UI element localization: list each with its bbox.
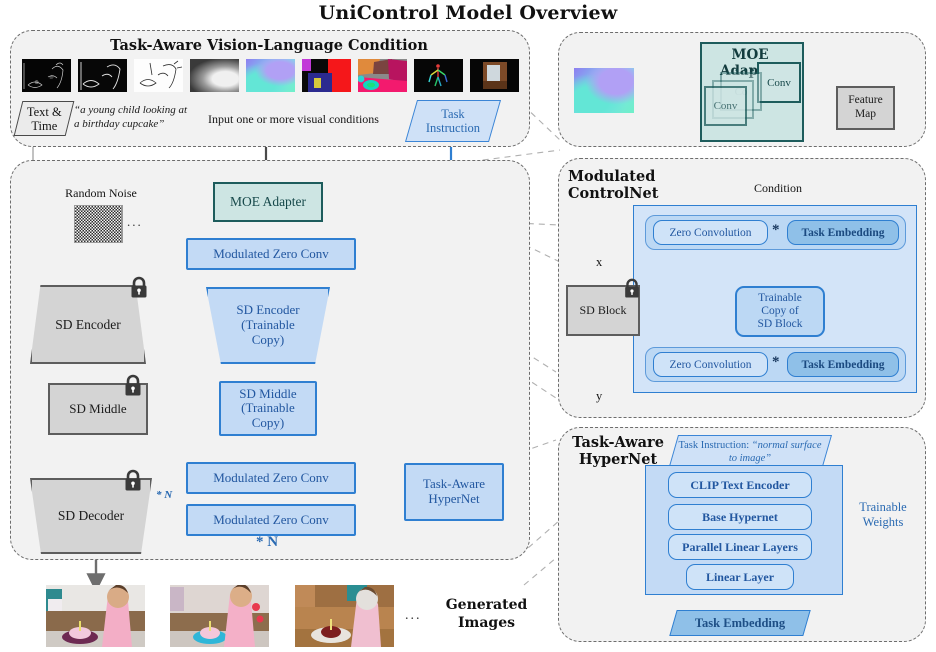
outpainting-condition-art [470, 59, 519, 92]
task-embedding-top[interactable]: Task Embedding [787, 220, 899, 245]
random-noise-dots: ... [127, 214, 143, 229]
modulated-zero-conv-bot-label: Modulated Zero Conv [213, 511, 329, 527]
hypernet-task-embedding-output: Task Embedding [669, 610, 811, 636]
moe-conv-back: Conv [757, 62, 801, 103]
modulated-zero-conv-top-label: Modulated Zero Conv [213, 245, 329, 261]
controlnet-sd-block-label: SD Block [579, 303, 627, 317]
generated-images-label: Generated Images [445, 597, 528, 631]
times-n-small: * N [156, 489, 173, 501]
human-pose-condition-art [414, 59, 463, 92]
generated-image-1 [46, 585, 145, 647]
generated-image-3 [295, 585, 394, 647]
moe-conv-dots: • • • [735, 66, 756, 77]
page-title: UniControl Model Overview [318, 2, 618, 24]
modulated-zero-conv-mid[interactable]: Modulated Zero Conv [186, 462, 356, 494]
lock-icon-decoder [122, 469, 144, 491]
modulated-zero-conv-bot[interactable]: Modulated Zero Conv [186, 504, 356, 536]
random-noise-label: Random Noise [65, 186, 137, 200]
sd-decoder-frozen-label: SD Decoder [57, 508, 125, 523]
controlnet-x-label: x [596, 255, 603, 269]
moe-conv-front: Conv [704, 86, 747, 126]
times-n-big: * N [256, 534, 279, 550]
hypernet-trainable-weights-label: Trainable Weights [859, 500, 907, 529]
lock-icon-encoder [128, 276, 150, 298]
moe-input-normal-map [574, 68, 634, 113]
main-task-aware-hypernet-label: Task-Aware HyperNet [422, 476, 486, 506]
zero-convolution-bottom[interactable]: Zero Convolution [653, 352, 768, 377]
segmentation-condition-art [358, 59, 407, 92]
random-noise-patch [74, 205, 123, 243]
zero-convolution-top-label: Zero Convolution [669, 226, 752, 239]
condition-panel-title: Task-Aware Vision-Language Condition [110, 37, 428, 54]
hypernet-layer-base-hypernet[interactable]: Base Hypernet [668, 504, 812, 530]
multiply-symbol-top: * [772, 222, 780, 238]
main-moe-adapter-node[interactable]: MOE Adapter [213, 182, 323, 222]
hed-boundary-condition-art [78, 59, 127, 92]
task-embedding-bottom[interactable]: Task Embedding [787, 352, 899, 377]
text-and-time-label: Text & Time [26, 104, 62, 133]
task-embedding-top-label: Task Embedding [801, 226, 885, 239]
moe-conv-front-label: Conv [713, 100, 738, 112]
main-task-aware-hypernet-node[interactable]: Task-Aware HyperNet [404, 463, 504, 521]
controlnet-y-label: y [596, 389, 603, 403]
multiply-symbol-bottom: * [772, 354, 780, 370]
task-embedding-bottom-label: Task Embedding [801, 358, 885, 371]
sd-encoder-trainable-copy-label: SD Encoder (Trainable Copy) [236, 302, 300, 347]
controlnet-trainable-copy-label: Trainable Copy of SD Block [757, 291, 803, 331]
hypernet-layer-0-label: CLIP Text Encoder [690, 477, 790, 492]
zero-convolution-top[interactable]: Zero Convolution [653, 220, 768, 245]
depth-map-condition [190, 59, 239, 92]
normal-surface-condition [246, 59, 295, 92]
modulated-zero-conv-mid-label: Modulated Zero Conv [213, 469, 329, 485]
sd-middle-frozen-label: SD Middle [69, 401, 127, 416]
hypernet-layer-linear-layer[interactable]: Linear Layer [686, 564, 794, 590]
moe-conv-back-label: Conv [767, 76, 791, 89]
bounding-box-condition-art [302, 59, 351, 92]
sd-encoder-frozen-label: SD Encoder [55, 316, 121, 332]
hypernet-panel-title: Task-Aware HyperNet [572, 434, 664, 469]
task-instruction-node[interactable]: Task Instruction [404, 100, 502, 142]
hypernet-layer-parallel-linear-layers[interactable]: Parallel Linear Layers [668, 534, 812, 560]
controlnet-trainable-copy[interactable]: Trainable Copy of SD Block [735, 286, 825, 337]
lock-icon-sd-block [622, 278, 644, 300]
zero-convolution-bottom-label: Zero Convolution [669, 358, 752, 371]
lock-icon-middle [122, 374, 144, 396]
sketch-condition-art [134, 59, 183, 92]
task-instruction-label: Task Instruction [425, 106, 481, 135]
canny-edge-condition-art [22, 59, 71, 92]
text-and-time-node: Text & Time [13, 101, 75, 136]
text-prompt-caption: “a young child looking at a birthday cup… [74, 104, 188, 131]
visual-condition-hint: Input one or more visual conditions [208, 112, 379, 126]
moe-feature-map-label: Feature Map [848, 94, 883, 120]
sd-middle-trainable-copy-label: SD Middle (Trainable Copy) [239, 385, 297, 430]
controlnet-condition-label: Condition [753, 181, 802, 195]
modulated-zero-conv-top[interactable]: Modulated Zero Conv [186, 238, 356, 270]
generated-images-dots: ... [405, 608, 422, 623]
sd-encoder-trainable-copy[interactable]: SD Encoder (Trainable Copy) [206, 287, 330, 364]
hypernet-task-embedding-label: Task Embedding [694, 615, 786, 630]
hypernet-layer-clip-text-encoder[interactable]: CLIP Text Encoder [668, 472, 812, 498]
main-moe-adapter-label: MOE Adapter [229, 194, 307, 209]
generated-image-2 [170, 585, 269, 647]
moe-feature-map: Feature Map [836, 86, 895, 130]
hypernet-layer-2-label: Parallel Linear Layers [682, 539, 798, 554]
controlnet-panel-title: Modulated ControlNet [568, 168, 659, 203]
hypernet-instruction-prefix: Task Instruction: [678, 439, 750, 451]
hypernet-task-instruction-text: Task Instruction: “normal surface to ima… [674, 440, 826, 465]
hypernet-layer-1-label: Base Hypernet [702, 509, 778, 524]
hypernet-layer-3-label: Linear Layer [705, 569, 775, 584]
sd-middle-trainable-copy[interactable]: SD Middle (Trainable Copy) [219, 381, 317, 436]
